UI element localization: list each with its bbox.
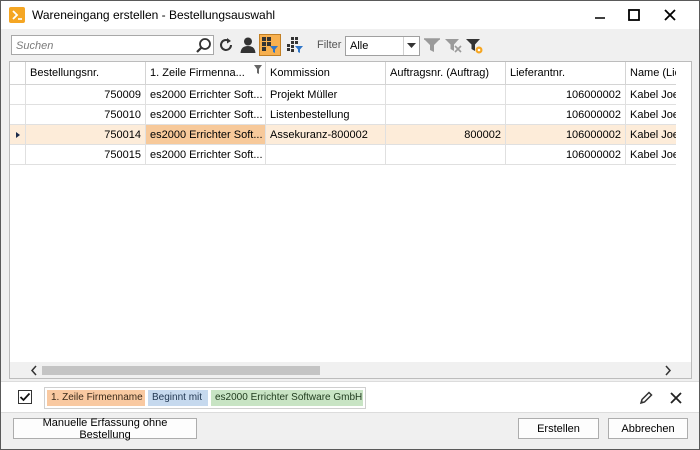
- cell-auftragsnr[interactable]: 800002: [386, 125, 506, 145]
- cancel-button[interactable]: Abbrechen: [608, 418, 688, 439]
- filter-settings-icon: [466, 39, 483, 54]
- filter-pin-icon: [254, 65, 262, 74]
- scrollbar-thumb[interactable]: [42, 366, 320, 375]
- maximize-button[interactable]: [617, 1, 651, 29]
- filter-chip-value[interactable]: es2000 Errichter Software GmbH: [211, 390, 363, 406]
- grid-filter-button[interactable]: [259, 34, 281, 56]
- scroll-corner: [676, 362, 691, 378]
- row-indicator[interactable]: [10, 105, 26, 125]
- column-header-firmenname[interactable]: 1. Zeile Firmenna...: [146, 62, 266, 84]
- cell-firmenname[interactable]: es2000 Errichter Soft...: [146, 85, 266, 105]
- cell-auftragsnr[interactable]: [386, 105, 506, 125]
- title-bar: Wareneingang erstellen - Bestellungsausw…: [1, 1, 699, 29]
- filter-icon: [424, 38, 440, 52]
- cell-firmenname[interactable]: es2000 Errichter Soft...: [146, 145, 266, 165]
- filter-bar: 1. Zeile Firmenname Beginnt mit es2000 E…: [1, 381, 699, 413]
- cell-lieferantnr[interactable]: 106000002: [506, 105, 626, 125]
- clear-filter-button[interactable]: [668, 390, 684, 406]
- vertical-scrollbar[interactable]: [676, 62, 691, 362]
- minimize-icon: [595, 17, 605, 19]
- window-title: Wareneingang erstellen - Bestellungsausw…: [32, 8, 276, 22]
- filter-clear-button[interactable]: [442, 34, 464, 56]
- refresh-icon: [220, 38, 232, 51]
- pencil-icon: [639, 391, 653, 405]
- column-header-bestellungsnr[interactable]: Bestellungsnr.: [26, 62, 146, 84]
- grid-header: Bestellungsnr. 1. Zeile Firmenna... Komm…: [10, 62, 691, 85]
- grid-multi-button[interactable]: [284, 34, 306, 56]
- scroll-right-icon[interactable]: [664, 365, 672, 376]
- cell-bestellungsnr[interactable]: 750010: [26, 105, 146, 125]
- filter-active-checkbox[interactable]: [18, 390, 32, 404]
- cell-kommission[interactable]: [266, 145, 386, 165]
- cell-auftragsnr[interactable]: [386, 145, 506, 165]
- row-indicator[interactable]: [10, 125, 26, 145]
- scroll-corner-left: [10, 362, 26, 378]
- cell-kommission[interactable]: Projekt Müller: [266, 85, 386, 105]
- cell-firmenname[interactable]: es2000 Errichter Soft...: [146, 125, 266, 145]
- person-button[interactable]: [237, 34, 259, 56]
- column-header-label: 1. Zeile Firmenna...: [150, 67, 245, 79]
- filter-value: Alle: [350, 40, 369, 52]
- row-indicator[interactable]: [10, 85, 26, 105]
- minimize-button[interactable]: [583, 1, 617, 29]
- search-input[interactable]: [16, 38, 191, 53]
- orders-grid: Bestellungsnr. 1. Zeile Firmenna... Komm…: [9, 61, 692, 379]
- person-icon: [240, 37, 256, 53]
- cell-bestellungsnr[interactable]: 750015: [26, 145, 146, 165]
- refresh-button[interactable]: [215, 34, 237, 56]
- maximize-icon: [628, 9, 640, 21]
- filter-settings-button[interactable]: [463, 34, 485, 56]
- filter-chip-field[interactable]: 1. Zeile Firmenname: [47, 390, 145, 406]
- cell-auftragsnr[interactable]: [386, 85, 506, 105]
- table-row[interactable]: 750010 es2000 Errichter Soft... Listenbe…: [10, 105, 691, 125]
- close-icon: [670, 392, 682, 404]
- cell-bestellungsnr[interactable]: 750014: [26, 125, 146, 145]
- row-indicator[interactable]: [10, 145, 26, 165]
- checkmark-icon: [19, 392, 31, 402]
- column-header-lieferantnr[interactable]: Lieferantnr.: [506, 62, 626, 84]
- table-row[interactable]: 750009 es2000 Errichter Soft... Projekt …: [10, 85, 691, 105]
- cell-kommission[interactable]: Listenbestellung: [266, 105, 386, 125]
- manual-entry-button[interactable]: Manuelle Erfassung ohne Bestellung: [13, 417, 197, 441]
- filter-chip-operator[interactable]: Beginnt mit: [148, 390, 208, 406]
- filter-button[interactable]: [421, 34, 443, 56]
- column-header-kommission[interactable]: Kommission: [266, 62, 386, 84]
- search-icon[interactable]: [195, 37, 213, 54]
- edit-filter-button[interactable]: [638, 390, 654, 406]
- close-button[interactable]: [653, 1, 687, 29]
- table-row-selected[interactable]: 750014 es2000 Errichter Soft... Assekura…: [10, 125, 691, 145]
- filter-dropdown[interactable]: Alle: [345, 36, 420, 56]
- toolbar: Filter Alle: [1, 29, 699, 60]
- row-indicator-header: [10, 62, 26, 84]
- table-row[interactable]: 750015 es2000 Errichter Soft... 10600000…: [10, 145, 691, 165]
- column-header-auftragsnr[interactable]: Auftragsnr. (Auftrag): [386, 62, 506, 84]
- dialog-window: Wareneingang erstellen - Bestellungsausw…: [0, 0, 700, 450]
- grid-filter-icon: [262, 37, 278, 53]
- filter-clear-icon: [445, 39, 462, 53]
- search-box: [11, 35, 214, 55]
- grid-multi-icon: [287, 37, 303, 53]
- filter-expression[interactable]: 1. Zeile Firmenname Beginnt mit es2000 E…: [44, 387, 366, 409]
- scroll-left-icon[interactable]: [30, 365, 38, 376]
- cell-lieferantnr[interactable]: 106000002: [506, 145, 626, 165]
- app-icon: [9, 7, 25, 23]
- cell-lieferantnr[interactable]: 106000002: [506, 125, 626, 145]
- cell-lieferantnr[interactable]: 106000002: [506, 85, 626, 105]
- cell-kommission[interactable]: Assekuranz-800002: [266, 125, 386, 145]
- horizontal-scrollbar[interactable]: [26, 362, 676, 378]
- cell-bestellungsnr[interactable]: 750009: [26, 85, 146, 105]
- create-button[interactable]: Erstellen: [518, 418, 599, 439]
- close-icon: [664, 9, 676, 21]
- current-row-arrow-icon: [16, 132, 20, 138]
- chevron-down-icon[interactable]: [403, 37, 419, 55]
- cell-firmenname[interactable]: es2000 Errichter Soft...: [146, 105, 266, 125]
- filter-label: Filter: [317, 39, 342, 51]
